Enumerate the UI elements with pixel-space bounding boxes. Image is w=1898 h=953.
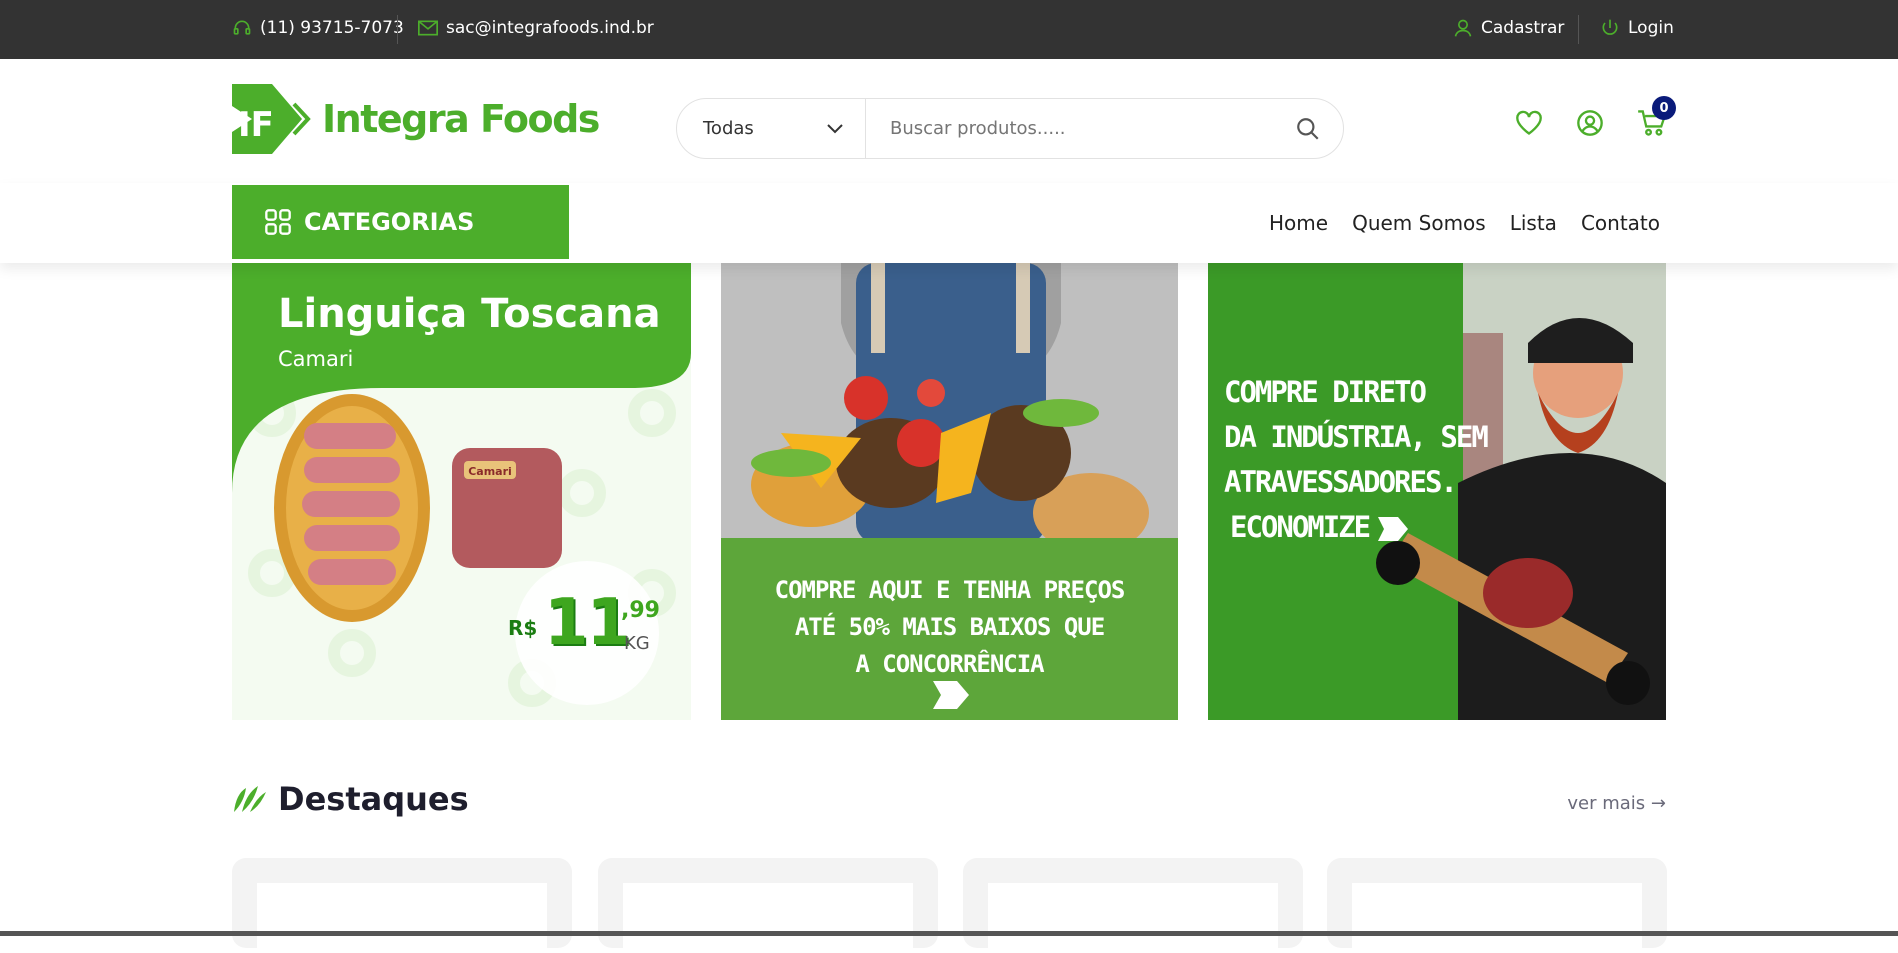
promo-brand: Camari xyxy=(278,347,354,371)
section-title: Destaques xyxy=(278,780,469,818)
mail-icon xyxy=(418,20,438,36)
categories-label: CATEGORIAS xyxy=(304,208,475,236)
register-text: Cadastrar xyxy=(1481,18,1565,38)
banner-factory[interactable]: COMPRE DIRETO DA INDÚSTRIA, SEM ATRAVESS… xyxy=(1208,263,1666,720)
product-image xyxy=(257,883,547,953)
divider xyxy=(397,15,398,44)
phone-contact[interactable]: (11) 93715-7073 xyxy=(232,18,404,38)
categories-button[interactable]: CATEGORIAS xyxy=(232,185,569,259)
cart-count-badge: 0 xyxy=(1652,96,1676,120)
search-bar: Todas xyxy=(676,98,1344,159)
factory-line-1: COMPRE DIRETO xyxy=(1224,375,1427,409)
search-input[interactable] xyxy=(866,99,1273,158)
logo-text: Integra Foods xyxy=(322,97,600,141)
product-image xyxy=(988,883,1278,953)
nav-home[interactable]: Home xyxy=(1269,211,1328,235)
phone-text: (11) 93715-7073 xyxy=(260,18,404,38)
logo[interactable]: IF Integra Foods xyxy=(232,84,600,154)
user-icon xyxy=(1454,19,1472,37)
main-nav: Home Quem Somos Lista Contato xyxy=(1269,211,1660,235)
logo-mark-icon: IF xyxy=(232,84,311,154)
banner-promo-linguica[interactable]: Camari Linguiça Toscana Camari R$ 11 ,99… xyxy=(232,263,691,720)
logo-mark-text: IF xyxy=(238,105,274,145)
email-contact[interactable]: sac@integrafoods.ind.br xyxy=(418,18,654,38)
prices-message: COMPRE AQUI E TENHA PREÇOS ATÉ 50% MAIS … xyxy=(721,572,1178,683)
nav-contact[interactable]: Contato xyxy=(1581,211,1660,235)
promo-title: Linguiça Toscana xyxy=(278,291,661,337)
price-currency: R$ xyxy=(508,616,538,640)
product-image xyxy=(623,883,913,953)
search-icon xyxy=(1297,117,1319,140)
register-link[interactable]: Cadastrar xyxy=(1453,18,1564,38)
chevron-down-icon xyxy=(827,123,843,133)
grid-icon xyxy=(265,209,291,235)
bottom-strip xyxy=(0,931,1898,936)
factory-line-2: DA INDÚSTRIA, SEM xyxy=(1224,420,1489,454)
leaf-icon xyxy=(234,786,266,812)
price-unit: KG xyxy=(624,633,650,654)
wishlist-button[interactable] xyxy=(1514,108,1544,138)
login-text: Login xyxy=(1628,18,1674,38)
email-text: sac@integrafoods.ind.br xyxy=(446,18,654,38)
price-integer: 11 xyxy=(544,586,631,660)
prices-line-1: COMPRE AQUI E TENHA PREÇOS xyxy=(774,576,1126,604)
top-bar: (11) 93715-7073 sac@integrafoods.ind.br … xyxy=(0,0,1898,59)
divider xyxy=(1578,15,1579,44)
factory-line-4: ECONOMIZE xyxy=(1230,510,1371,544)
headset-icon xyxy=(233,20,251,35)
banner-prices[interactable]: COMPRE AQUI E TENHA PREÇOS ATÉ 50% MAIS … xyxy=(721,263,1178,720)
heart-icon xyxy=(1516,110,1542,135)
search-button[interactable] xyxy=(1273,99,1343,158)
account-icon xyxy=(1577,110,1603,136)
nav-about[interactable]: Quem Somos xyxy=(1352,211,1486,235)
section-header: Destaques xyxy=(232,780,469,818)
see-more-link[interactable]: ver mais → xyxy=(1567,793,1666,814)
power-icon xyxy=(1602,19,1618,35)
price-cents: ,99 xyxy=(621,598,660,623)
prices-line-3: A CONCORRÊNCIA xyxy=(855,650,1044,678)
login-link[interactable]: Login xyxy=(1600,18,1674,38)
category-selected: Todas xyxy=(703,118,754,139)
factory-message: COMPRE DIRETO DA INDÚSTRIA, SEM ATRAVESS… xyxy=(1224,370,1489,550)
factory-line-3: ATRAVESSADORES. xyxy=(1224,465,1458,499)
account-button[interactable] xyxy=(1575,108,1605,138)
prices-line-2: ATÉ 50% MAIS BAIXOS QUE xyxy=(794,613,1105,641)
package-label: Camari xyxy=(468,465,512,478)
product-image xyxy=(1352,883,1642,953)
nav-list[interactable]: Lista xyxy=(1510,211,1557,235)
category-select[interactable]: Todas xyxy=(677,99,866,158)
